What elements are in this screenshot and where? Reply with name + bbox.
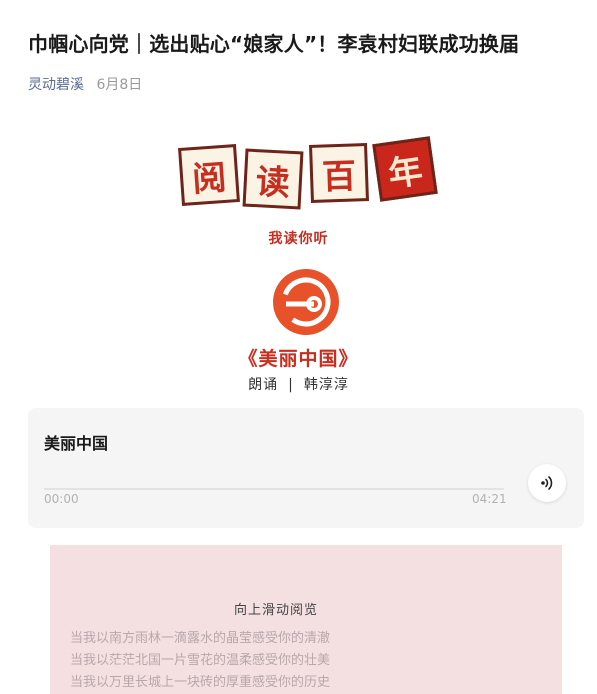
audio-title: 美丽中国: [44, 434, 109, 453]
audio-player[interactable]: 美丽中国 00:00 04:21: [28, 408, 584, 528]
scrollable-poem-box[interactable]: 向上滑动阅览 当我以南方雨林一滴露水的晶莹感受你的清澈 当我以茫茫北国一片雪花的…: [50, 545, 562, 694]
banner-tile-4: 年: [372, 136, 438, 202]
audio-play-icon: [541, 476, 553, 490]
reciter-line: 朗诵 | 韩淳淳: [0, 374, 597, 394]
poem-line: 当我以万里长城上一块砖的厚重感受你的历史: [70, 675, 331, 690]
audio-progress-track[interactable]: [44, 488, 504, 490]
audio-duration: 04:21: [472, 492, 507, 506]
reading-banner: 阅 读 百 年: [172, 136, 448, 220]
banner-tile-1: 阅: [178, 144, 240, 206]
poem-line: 当我以南方雨林一滴露水的晶莹感受你的清澈: [70, 631, 331, 646]
banner-subtitle: 我读你听: [268, 231, 329, 247]
banner-tile-2: 读: [242, 148, 304, 210]
audio-play-button[interactable]: [528, 464, 566, 502]
publish-date: 6月8日: [96, 77, 143, 93]
banner-tile-3: 百: [309, 143, 369, 203]
audio-current-time: 00:00: [44, 492, 79, 506]
poem-lines: 当我以南方雨林一滴露水的晶莹感受你的清澈 当我以茫茫北国一片雪花的温柔感受你的壮…: [70, 628, 330, 694]
reciter-separator: |: [288, 377, 294, 393]
reciter-name: 韩淳淳: [303, 377, 349, 393]
article-title: 巾帼心向党｜选出贴心“娘家人”！李袁村妇联成功换届: [28, 32, 520, 56]
reciter-label: 朗诵: [248, 377, 279, 393]
scroll-hint: 向上滑动阅览: [233, 603, 318, 618]
article-meta: 灵动碧溪 6月8日: [28, 76, 142, 94]
red-circle-logo-icon: [273, 269, 339, 335]
poem-title: 《美丽中国》: [238, 348, 359, 370]
author-link[interactable]: 灵动碧溪: [28, 77, 84, 93]
poem-line: 当我以茫茫北国一片雪花的温柔感受你的壮美: [70, 653, 331, 668]
